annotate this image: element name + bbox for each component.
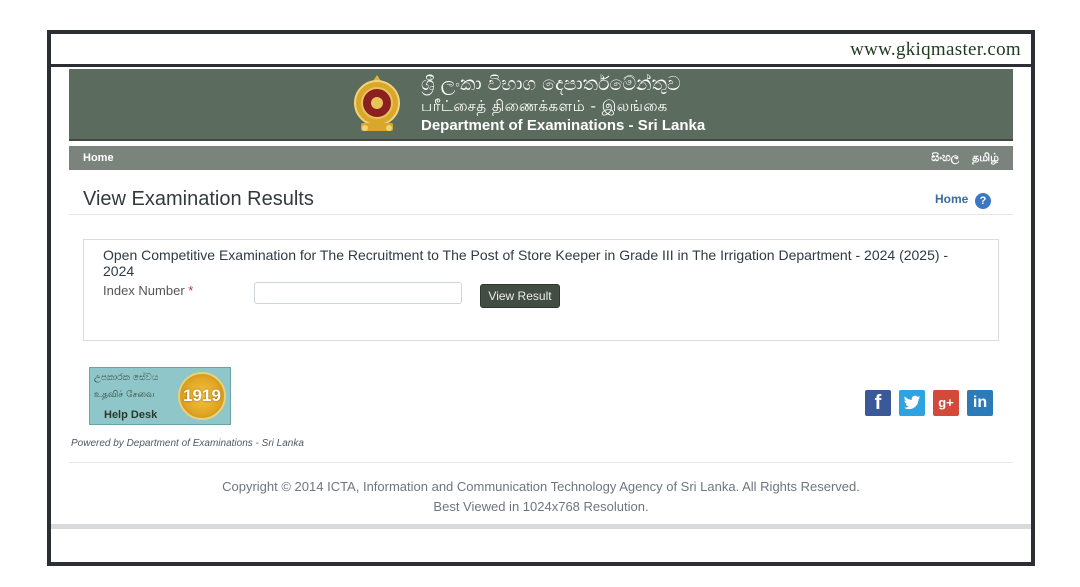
bottom-bar (51, 524, 1031, 529)
language-switcher: සිංහල தமிழ் (921, 151, 999, 166)
header-title-tamil: பரீட்சைத் திணைக்களம் - இலங்கை (421, 97, 668, 115)
google-plus-icon[interactable]: g+ (933, 390, 959, 416)
twitter-bird-icon (903, 395, 921, 410)
footer-divider (69, 462, 1013, 463)
exam-panel: Open Competitive Examination for The Rec… (83, 239, 999, 341)
page-title: View Examination Results (83, 188, 314, 210)
best-viewed-text: Best Viewed in 1024x768 Resolution. (433, 499, 649, 514)
top-bar: www.gkiqmaster.com (51, 34, 1031, 67)
header-title-block: ශ්‍රී ලංකා විභාග දෙපාර්තමේන්තුව பரீட்சைத… (421, 73, 705, 136)
copyright-text: Copyright © 2014 ICTA, Information and C… (222, 479, 860, 494)
site-header: ශ්‍රී ලංකා විභාග දෙපාර්තමේන්තුව பரீட்சைத… (69, 69, 1013, 141)
facebook-icon[interactable]: f (865, 390, 891, 416)
help-desk-sinhala: උපකාරක සේවය (94, 373, 159, 383)
required-mark: * (188, 283, 194, 298)
linkedin-icon[interactable]: in (967, 390, 993, 416)
title-divider (69, 214, 1013, 215)
help-desk-banner[interactable]: උපකාරක සේවය உதவிச் சேவை Help Desk 1919 (89, 367, 231, 425)
sri-lanka-emblem-icon (354, 75, 400, 131)
watermark: www.gkiqmaster.com (850, 39, 1021, 60)
header-title-sinhala: ශ්‍රී ලංකා විභාග දෙපාර්තමේන්තුව (421, 73, 681, 95)
index-number-label: Index Number * (103, 283, 193, 298)
exam-title: Open Competitive Examination for The Rec… (103, 247, 949, 279)
nav-home-link[interactable]: Home (83, 152, 114, 164)
home-link[interactable]: Home (935, 192, 968, 206)
nav-bar: Home සිංහල தமிழ் (69, 146, 1013, 170)
header-title-english: Department of Examinations - Sri Lanka (421, 117, 706, 134)
page-frame: www.gkiqmaster.com ශ්‍රී ලංකා විභාග දෙපා… (47, 30, 1035, 566)
help-icon[interactable]: ? (975, 193, 991, 209)
view-result-button[interactable]: View Result (480, 284, 560, 308)
index-number-input[interactable] (254, 282, 462, 304)
help-desk-tamil: உதவிச் சேவை (94, 390, 155, 400)
powered-by-text: Powered by Department of Examinations - … (71, 438, 304, 449)
lang-sinhala-link[interactable]: සිංහල (931, 151, 959, 164)
help-desk-number-badge: 1919 (178, 372, 226, 420)
twitter-icon[interactable] (899, 390, 925, 416)
index-number-label-text: Index Number (103, 283, 185, 298)
lang-tamil-link[interactable]: தமிழ் (972, 151, 999, 164)
help-desk-title: Help Desk (104, 409, 158, 421)
copyright-block: Copyright © 2014 ICTA, Information and C… (51, 477, 1031, 517)
